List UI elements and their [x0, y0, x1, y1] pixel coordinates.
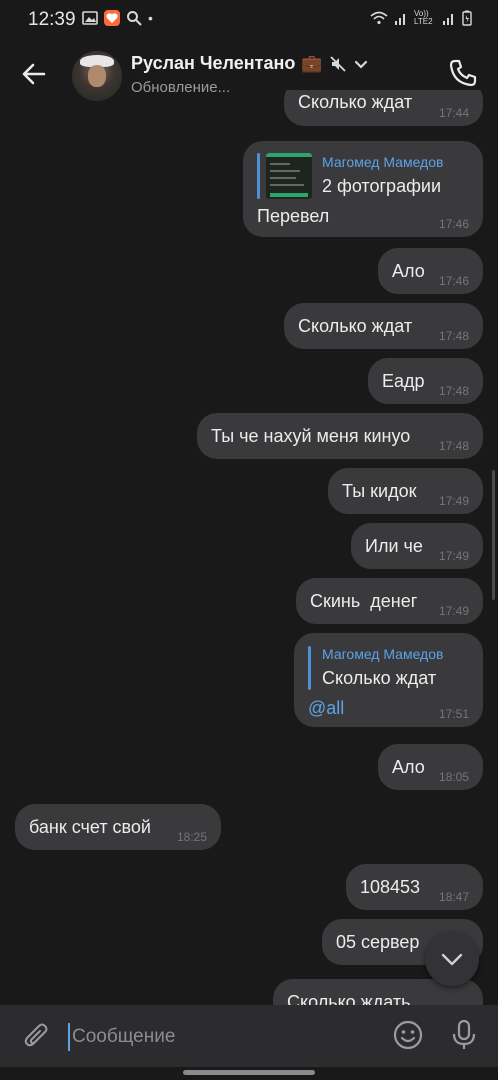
message-input[interactable]	[68, 1023, 374, 1051]
reply-author: Магомед Мамедов	[322, 646, 444, 662]
microphone-icon[interactable]	[450, 1019, 478, 1051]
photo-thumbnail[interactable]	[266, 153, 312, 199]
message-time: 17:51	[438, 707, 469, 721]
message-time: 17:49	[438, 549, 469, 563]
message-text: Сколько ждать	[287, 992, 411, 1005]
back-arrow-icon[interactable]	[20, 60, 48, 88]
message-bubble[interactable]: Ало 18:05	[378, 744, 483, 790]
message-text: Сколько ждат	[298, 92, 413, 112]
signal-2-icon	[443, 14, 453, 25]
status-time: 12:39	[28, 9, 76, 30]
gallery-icon	[82, 11, 98, 25]
message-text: 108453	[360, 877, 421, 897]
message-bubble-reply[interactable]: Магомед Мамедов 2 фотографии Перевел 17:…	[243, 141, 483, 237]
message-time: 17:49	[438, 604, 469, 618]
network-label: Vo)) LTE2	[414, 9, 433, 26]
message-text: Или че	[365, 536, 423, 556]
message-bubble-reply[interactable]: Магомед Мамедов Сколько ждат @all 17:51	[294, 633, 483, 727]
message-text: 05 сервер	[336, 932, 420, 952]
status-bar: 12:39 • Vo)) LTE2	[0, 0, 498, 38]
message-bubble[interactable]: Сколько ждат 17:44	[284, 90, 483, 126]
message-bubble[interactable]: Ало 17:46	[378, 248, 483, 294]
message-text: Еадр	[382, 371, 425, 391]
scroll-down-button[interactable]	[425, 932, 479, 986]
phone-icon[interactable]	[448, 58, 478, 88]
chevron-down-icon	[441, 953, 463, 966]
message-text: банк счет свой	[29, 817, 151, 837]
message-time: 17:48	[438, 384, 469, 398]
message-text: Перевел	[257, 206, 330, 226]
message-time: 17:46	[438, 217, 469, 231]
message-composer	[0, 1005, 498, 1067]
briefcase-icon: 💼	[301, 53, 323, 73]
message-bubble[interactable]: Ты кидок 17:49	[328, 468, 483, 514]
reply-text: 2 фотографии	[322, 176, 441, 196]
message-time: 17:49	[438, 494, 469, 508]
reply-author: Магомед Мамедов	[322, 154, 444, 170]
message-bubble[interactable]: Ты че нахуй меня кинуо 17:48	[197, 413, 483, 459]
muted-icon	[329, 55, 346, 72]
message-time: 18:05	[438, 770, 469, 784]
paperclip-icon[interactable]	[22, 1021, 52, 1051]
message-bubble-incoming[interactable]: банк счет свой 18:25	[15, 804, 221, 850]
message-list[interactable]: Сколько ждат 17:44 Магомед Мамедов 2 фот…	[0, 90, 498, 1005]
message-time: 17:46	[438, 274, 469, 288]
reply-text: Сколько ждат	[322, 668, 437, 688]
system-nav-bar	[0, 1067, 498, 1080]
mention-link[interactable]: @all	[308, 698, 344, 719]
status-dot: •	[148, 10, 153, 26]
message-time: 18:25	[176, 830, 207, 844]
message-time: 17:48	[438, 329, 469, 343]
message-text: Ало	[392, 261, 425, 281]
message-bubble[interactable]: Сколько ждат 17:48	[284, 303, 483, 349]
message-text: Ты че нахуй меня кинуо	[211, 426, 411, 446]
emoji-icon[interactable]	[392, 1019, 424, 1051]
system-icons: Vo)) LTE2	[370, 10, 472, 26]
chevron-down-icon[interactable]	[353, 56, 369, 72]
message-text: Сколько ждат	[298, 316, 413, 336]
contact-name: Руслан Челентано	[131, 53, 296, 73]
message-time: 18:47	[438, 890, 469, 904]
message-bubble[interactable]: Или че 17:49	[351, 523, 483, 569]
app-heart-icon	[104, 10, 120, 26]
message-bubble[interactable]: Еадр 17:48	[368, 358, 483, 404]
signal-icon	[395, 14, 405, 25]
home-indicator[interactable]	[183, 1070, 315, 1075]
wifi-icon	[370, 11, 388, 25]
scrollbar[interactable]	[492, 470, 495, 600]
notification-icons: •	[82, 10, 153, 26]
message-text: Ало	[392, 757, 425, 777]
message-bubble[interactable]: 108453 18:47	[346, 864, 483, 910]
message-text: Скинь денег	[310, 591, 418, 611]
search-notification-icon	[127, 11, 142, 26]
message-text: Ты кидок	[342, 481, 417, 501]
chat-title[interactable]: Руслан Челентано 💼	[131, 53, 369, 74]
message-time: 17:44	[438, 106, 469, 120]
message-time: 17:48	[438, 439, 469, 453]
message-bubble[interactable]: Скинь денег 17:49	[296, 578, 483, 624]
battery-icon	[462, 10, 472, 26]
